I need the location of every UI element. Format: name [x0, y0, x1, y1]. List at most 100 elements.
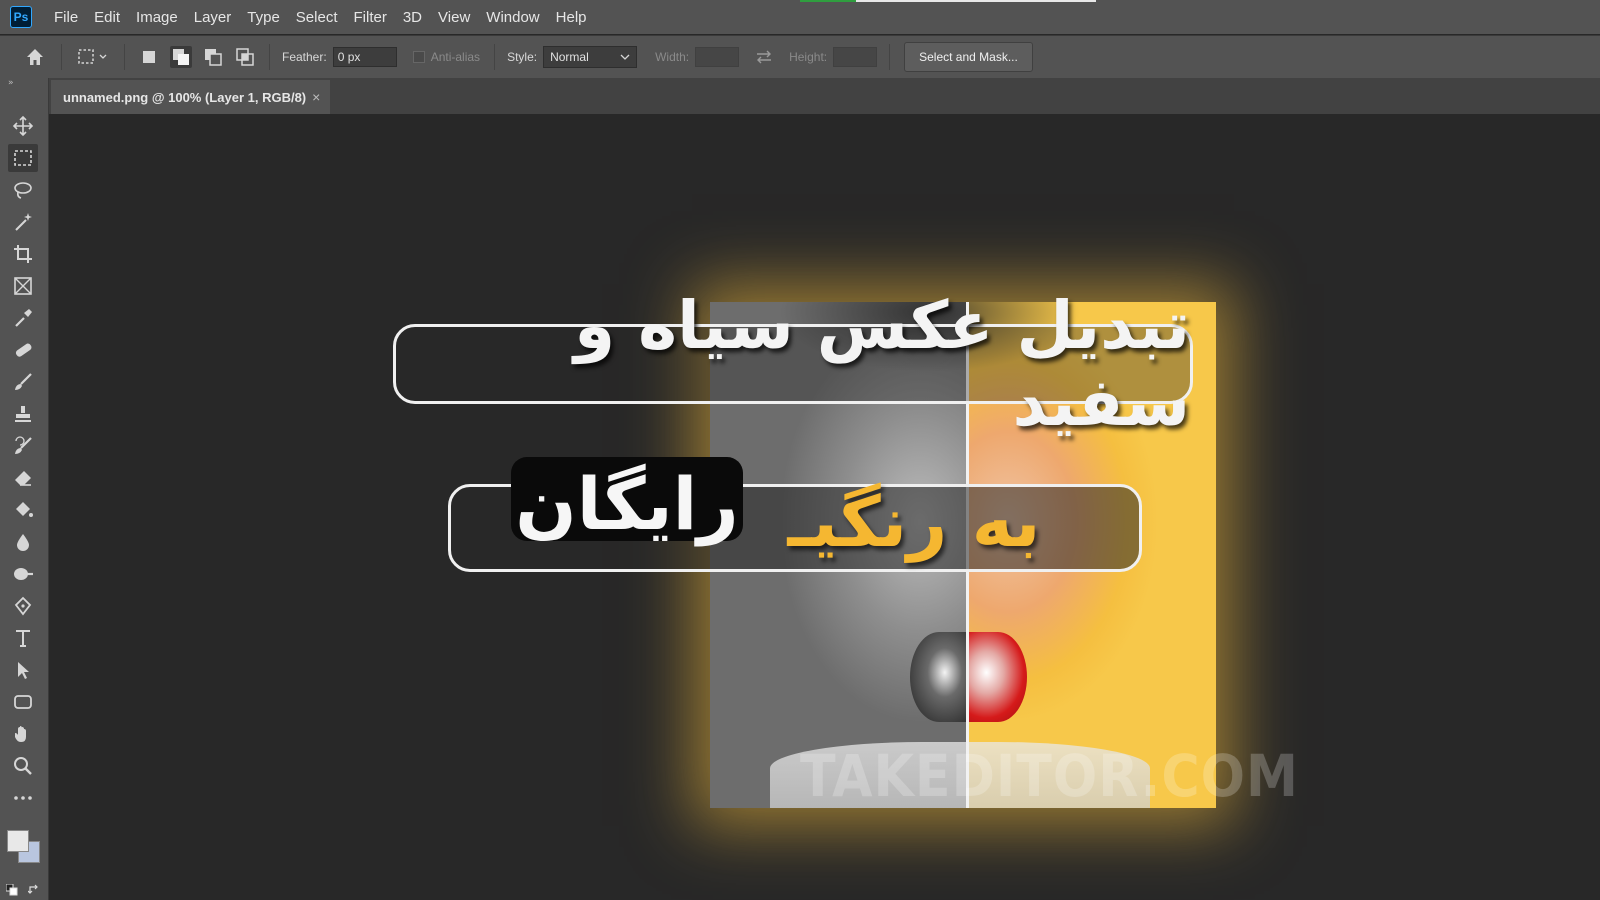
mouth-grayscale [910, 632, 968, 722]
menu-file[interactable]: File [46, 9, 86, 26]
anti-alias-label: Anti-alias [430, 50, 481, 64]
intersect-selection-button[interactable] [234, 46, 256, 68]
home-button[interactable] [22, 46, 48, 68]
swap-dimensions-button[interactable] [753, 46, 775, 68]
eraser-tool-button[interactable] [8, 464, 38, 492]
watermark-text: TAKEDITOR.COM [800, 742, 1299, 810]
artwork-title: تبدیل عکس سیاه و سفید [393, 287, 1193, 441]
menu-select[interactable]: Select [288, 9, 346, 26]
menu-window[interactable]: Window [478, 9, 547, 26]
frame-tool-button[interactable] [8, 272, 38, 300]
new-selection-button[interactable] [138, 46, 160, 68]
pen-tool-icon [14, 596, 32, 616]
type-tool-icon [16, 630, 30, 647]
brush-tool-button[interactable] [8, 368, 38, 396]
feather-input[interactable] [332, 47, 397, 67]
zoom-tool-icon [14, 757, 32, 775]
add-to-selection-button[interactable] [170, 46, 192, 68]
options-bar: Feather: Anti-alias Style: Normal Width:… [0, 35, 1600, 78]
menu-edit[interactable]: Edit [86, 9, 128, 26]
move-tool-icon [12, 115, 34, 137]
anti-alias-checkbox[interactable] [412, 51, 425, 63]
path-selection-tool-button[interactable] [8, 656, 38, 684]
healing-brush-tool-button[interactable] [8, 336, 38, 364]
artwork-subtitle-free: رایگان [515, 462, 739, 546]
home-icon [27, 49, 43, 65]
rectangle-tool-icon [14, 695, 32, 709]
clone-stamp-tool-button[interactable] [8, 400, 38, 428]
width-input[interactable] [695, 47, 740, 67]
divider [269, 44, 270, 70]
eyedropper-tool-button[interactable] [8, 304, 38, 332]
crop-tool-icon [14, 245, 32, 263]
width-label: Width: [655, 50, 690, 64]
move-tool-button[interactable] [8, 112, 38, 140]
color-controls [6, 884, 42, 898]
menu-help[interactable]: Help [548, 9, 595, 26]
hand-tool-icon [15, 726, 26, 742]
lasso-tool-button[interactable] [8, 176, 38, 204]
swap-arrows-icon [757, 50, 772, 64]
crop-tool-button[interactable] [8, 240, 38, 268]
clone-stamp-tool-icon [15, 406, 31, 422]
foreground-color-swatch[interactable] [7, 830, 29, 852]
lasso-tool-icon [14, 182, 32, 199]
zoom-tool-button[interactable] [8, 752, 38, 780]
artwork-subtitle-colored: به رنگیـ [787, 481, 1041, 563]
brush-tool-icon [15, 373, 32, 390]
magic-wand-tool-icon [15, 213, 32, 231]
rectangle-tool-button[interactable] [8, 688, 38, 716]
style-select-value: Normal [550, 50, 589, 64]
document-tab-title: unnamed.png @ 100% (Layer 1, RGB/8) [63, 89, 307, 105]
subtract-from-selection-button[interactable] [202, 46, 224, 68]
tool-preset-picker[interactable] [75, 46, 111, 68]
swap-colors-icon[interactable] [28, 884, 40, 896]
paint-bucket-tool-button[interactable] [8, 496, 38, 524]
collapse-panel-icon[interactable]: » [8, 78, 14, 88]
rectangular-marquee-tool-icon [14, 150, 32, 166]
menu-layer[interactable]: Layer [186, 9, 240, 26]
healing-brush-tool-icon [15, 343, 32, 357]
canvas-area[interactable]: TAKEDITOR.COM تبدیل عکس سیاه و سفید به ر… [49, 114, 1600, 900]
dodge-tool-button[interactable] [8, 560, 38, 588]
chevron-down-icon [620, 54, 630, 60]
blur-tool-icon [17, 534, 29, 551]
default-colors-icon[interactable] [6, 884, 18, 896]
more-tools-icon [14, 796, 32, 800]
pen-tool-button[interactable] [8, 592, 38, 620]
document-tab-bar: unnamed.png @ 100% (Layer 1, RGB/8) × [49, 78, 1600, 114]
frame-tool-icon [14, 277, 32, 295]
menu-image[interactable]: Image [128, 9, 186, 26]
history-brush-tool-button[interactable] [8, 432, 38, 460]
magic-wand-tool-button[interactable] [8, 208, 38, 236]
loading-bar-track [856, 0, 1096, 2]
select-and-mask-button[interactable]: Select and Mask... [904, 42, 1033, 72]
menu-3d[interactable]: 3D [395, 9, 430, 26]
hand-tool-button[interactable] [8, 720, 38, 748]
marquee-preset-icon [78, 49, 107, 64]
menu-type[interactable]: Type [239, 9, 288, 26]
document-tab[interactable]: unnamed.png @ 100% (Layer 1, RGB/8) × [51, 80, 331, 114]
type-tool-button[interactable] [8, 624, 38, 652]
height-label: Height: [789, 50, 828, 64]
menu-view[interactable]: View [430, 9, 478, 26]
divider [61, 44, 62, 70]
more-tools-button[interactable] [8, 784, 38, 812]
paint-bucket-tool-icon [16, 502, 33, 517]
photoshop-logo[interactable]: Ps [10, 6, 32, 28]
blur-tool-button[interactable] [8, 528, 38, 556]
close-tab-icon[interactable]: × [312, 89, 320, 105]
menu-filter[interactable]: Filter [346, 9, 395, 26]
height-input[interactable] [833, 47, 878, 67]
mouth-color [969, 632, 1027, 722]
add-selection-icon [173, 49, 189, 65]
rectangular-marquee-tool-button[interactable] [8, 144, 38, 172]
tools-panel: » [0, 78, 49, 900]
subtract-selection-icon [205, 49, 222, 66]
style-select[interactable]: Normal [543, 46, 638, 68]
eraser-tool-icon [15, 471, 31, 486]
intersect-selection-icon [236, 48, 254, 66]
divider [124, 44, 125, 70]
history-brush-tool-icon [15, 436, 32, 454]
dodge-tool-icon [14, 568, 33, 580]
